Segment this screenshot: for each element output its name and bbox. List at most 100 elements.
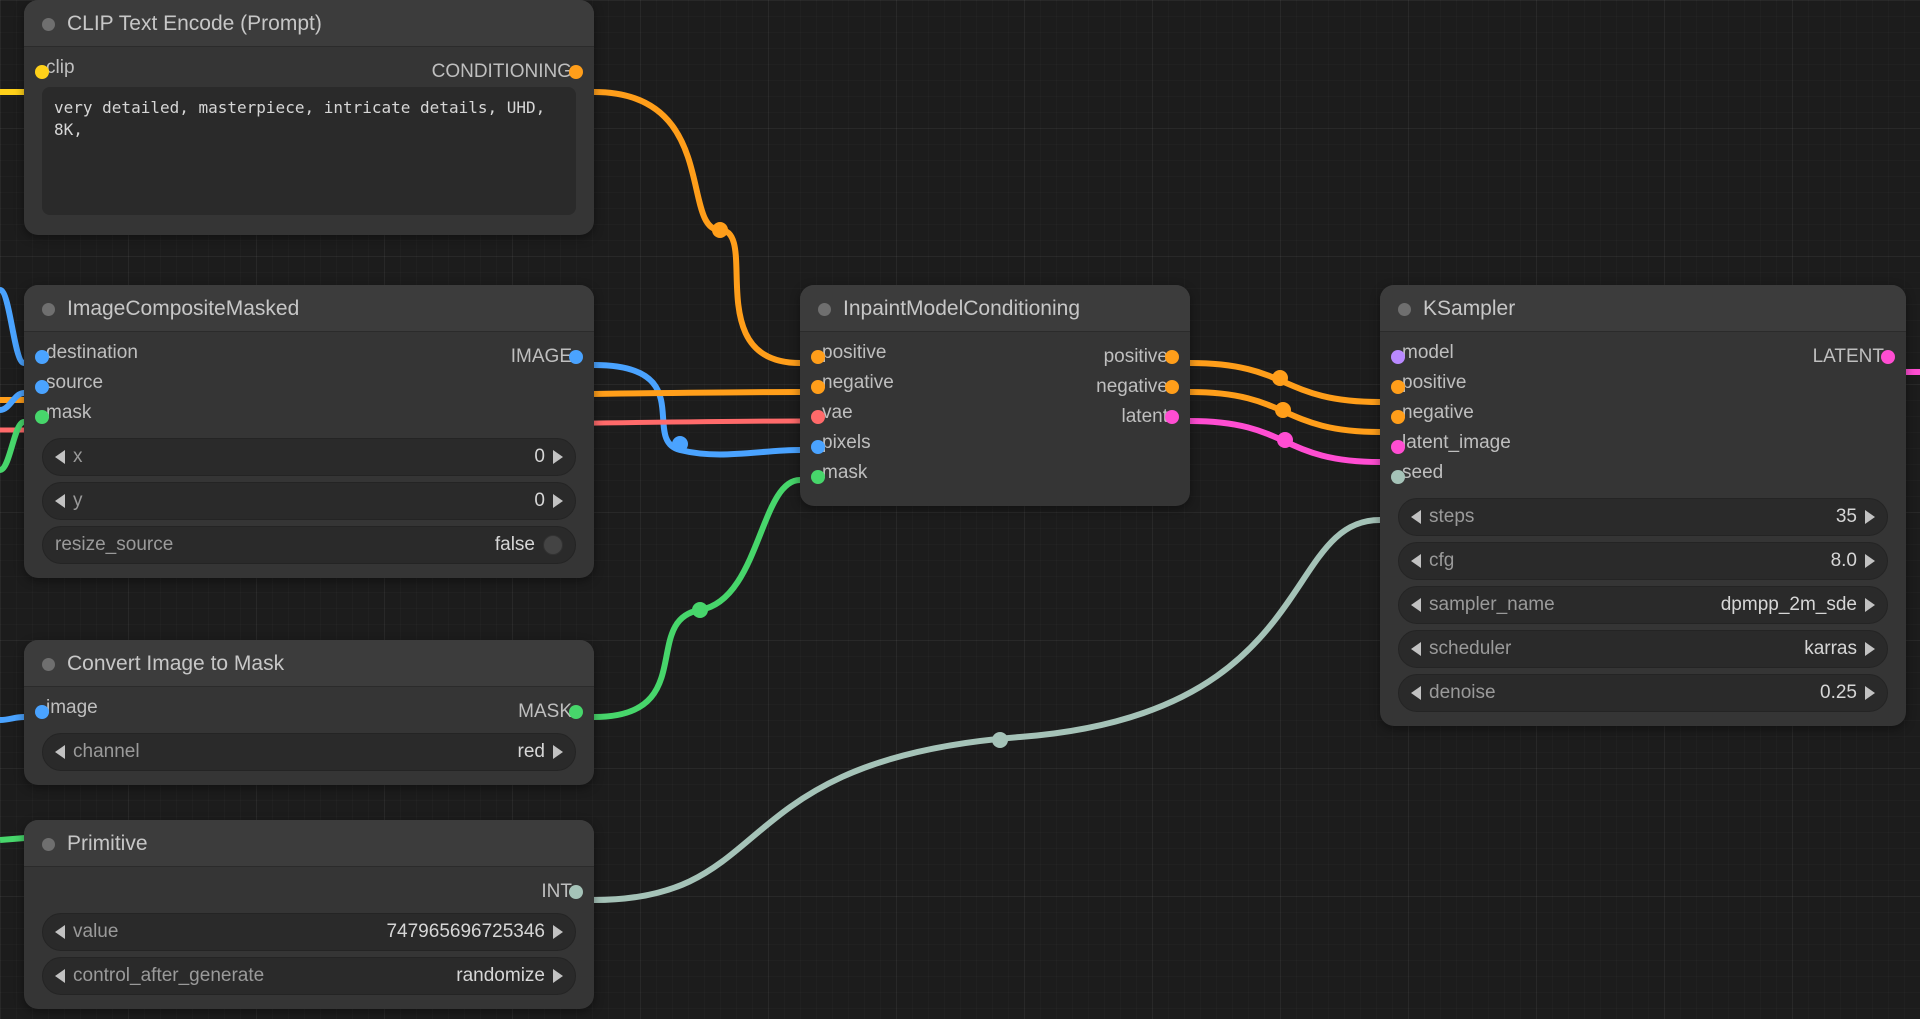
port-in-negative[interactable] [1391, 410, 1405, 424]
port-in-negative[interactable] [811, 380, 825, 394]
slot-label: mask [46, 402, 91, 423]
port-in-clip[interactable] [35, 65, 49, 79]
port-in-model[interactable] [1391, 350, 1405, 364]
slot-label: negative [1402, 402, 1474, 423]
slot-label: seed [1402, 462, 1443, 483]
collapse-dot-icon[interactable] [42, 838, 55, 851]
collapse-dot-icon[interactable] [1398, 303, 1411, 316]
widget-resize-source[interactable]: resize_source false [42, 526, 576, 564]
port-out-mask[interactable] [569, 705, 583, 719]
slot-label: negative [1096, 376, 1168, 398]
slot-label-latent: LATENT [1813, 346, 1884, 368]
slot-label: model [1402, 342, 1454, 363]
port-in-destination[interactable] [35, 350, 49, 364]
slot-label-image: IMAGE [511, 346, 572, 368]
widget-scheduler[interactable]: scheduler karras [1398, 630, 1888, 668]
slot-label: image [46, 697, 98, 718]
increment-icon[interactable] [1865, 598, 1875, 612]
decrement-icon[interactable] [1411, 510, 1421, 524]
widget-steps[interactable]: steps 35 [1398, 498, 1888, 536]
port-in-mask[interactable] [35, 410, 49, 424]
node-convert-image-to-mask[interactable]: Convert Image to Mask image MASK channel… [24, 640, 594, 785]
increment-icon[interactable] [553, 745, 563, 759]
node-primitive[interactable]: Primitive INT value 747965696725346 cont… [24, 820, 594, 1009]
toggle-icon[interactable] [543, 535, 563, 555]
decrement-icon[interactable] [1411, 686, 1421, 700]
widget-denoise[interactable]: denoise 0.25 [1398, 674, 1888, 712]
collapse-dot-icon[interactable] [42, 18, 55, 31]
node-title: Convert Image to Mask [67, 652, 284, 676]
increment-icon[interactable] [553, 925, 563, 939]
node-title: CLIP Text Encode (Prompt) [67, 12, 322, 36]
port-in-source[interactable] [35, 380, 49, 394]
widget-x[interactable]: x 0 [42, 438, 576, 476]
collapse-dot-icon[interactable] [42, 658, 55, 671]
port-out-latent[interactable] [1881, 350, 1895, 364]
slot-label-conditioning: CONDITIONING [432, 61, 572, 83]
increment-icon[interactable] [1865, 642, 1875, 656]
widget-channel[interactable]: channel red [42, 733, 576, 771]
port-out-positive[interactable] [1165, 350, 1179, 364]
widget-value[interactable]: value 747965696725346 [42, 913, 576, 951]
node-title: KSampler [1423, 297, 1515, 321]
port-in-pixels[interactable] [811, 440, 825, 454]
node-titlebar[interactable]: Convert Image to Mask [24, 640, 594, 687]
decrement-icon[interactable] [1411, 554, 1421, 568]
slot-label: negative [822, 372, 894, 393]
slot-label: pixels [822, 432, 871, 453]
widget-sampler-name[interactable]: sampler_name dpmpp_2m_sde [1398, 586, 1888, 624]
node-titlebar[interactable]: ImageCompositeMasked [24, 285, 594, 332]
node-title: Primitive [67, 832, 148, 856]
node-titlebar[interactable]: KSampler [1380, 285, 1906, 332]
node-titlebar[interactable]: InpaintModelConditioning [800, 285, 1190, 332]
decrement-icon[interactable] [1411, 642, 1421, 656]
port-in-seed[interactable] [1391, 470, 1405, 484]
node-titlebar[interactable]: CLIP Text Encode (Prompt) [24, 0, 594, 47]
slot-label: destination [46, 342, 138, 363]
widget-control-after-generate[interactable]: control_after_generate randomize [42, 957, 576, 995]
port-out-conditioning[interactable] [569, 65, 583, 79]
slot-label: latent_image [1402, 432, 1511, 453]
decrement-icon[interactable] [1411, 598, 1421, 612]
port-in-positive[interactable] [1391, 380, 1405, 394]
slot-label: mask [822, 462, 867, 483]
decrement-icon[interactable] [55, 745, 65, 759]
node-image-composite-masked[interactable]: ImageCompositeMasked destination IMAGE s… [24, 285, 594, 578]
increment-icon[interactable] [1865, 554, 1875, 568]
widget-y[interactable]: y 0 [42, 482, 576, 520]
increment-icon[interactable] [553, 969, 563, 983]
node-graph-canvas[interactable]: CLIP Text Encode (Prompt) clip CONDITION… [0, 0, 1920, 1019]
node-clip-text-encode[interactable]: CLIP Text Encode (Prompt) clip CONDITION… [24, 0, 594, 235]
widget-cfg[interactable]: cfg 8.0 [1398, 542, 1888, 580]
increment-icon[interactable] [1865, 510, 1875, 524]
slot-label-clip: clip [46, 57, 75, 78]
port-in-vae[interactable] [811, 410, 825, 424]
collapse-dot-icon[interactable] [42, 303, 55, 316]
port-in-image[interactable] [35, 705, 49, 719]
prompt-textarea[interactable] [42, 87, 576, 215]
slot-label: positive [822, 342, 886, 363]
node-titlebar[interactable]: Primitive [24, 820, 594, 867]
port-in-latent-image[interactable] [1391, 440, 1405, 454]
increment-icon[interactable] [553, 494, 563, 508]
collapse-dot-icon[interactable] [818, 303, 831, 316]
port-out-image[interactable] [569, 350, 583, 364]
decrement-icon[interactable] [55, 494, 65, 508]
slot-label: vae [822, 402, 853, 423]
slot-label: source [46, 372, 103, 393]
increment-icon[interactable] [553, 450, 563, 464]
increment-icon[interactable] [1865, 686, 1875, 700]
port-out-latent[interactable] [1165, 410, 1179, 424]
decrement-icon[interactable] [55, 925, 65, 939]
port-in-mask[interactable] [811, 470, 825, 484]
node-inpaint-model-conditioning[interactable]: InpaintModelConditioning positive positi… [800, 285, 1190, 506]
node-ksampler[interactable]: KSampler model LATENT positive negative … [1380, 285, 1906, 726]
port-out-int[interactable] [569, 885, 583, 899]
port-out-negative[interactable] [1165, 380, 1179, 394]
slot-label: latent [1122, 406, 1168, 428]
decrement-icon[interactable] [55, 969, 65, 983]
port-in-positive[interactable] [811, 350, 825, 364]
decrement-icon[interactable] [55, 450, 65, 464]
slot-label: positive [1402, 372, 1466, 393]
slot-label-int: INT [541, 881, 572, 903]
